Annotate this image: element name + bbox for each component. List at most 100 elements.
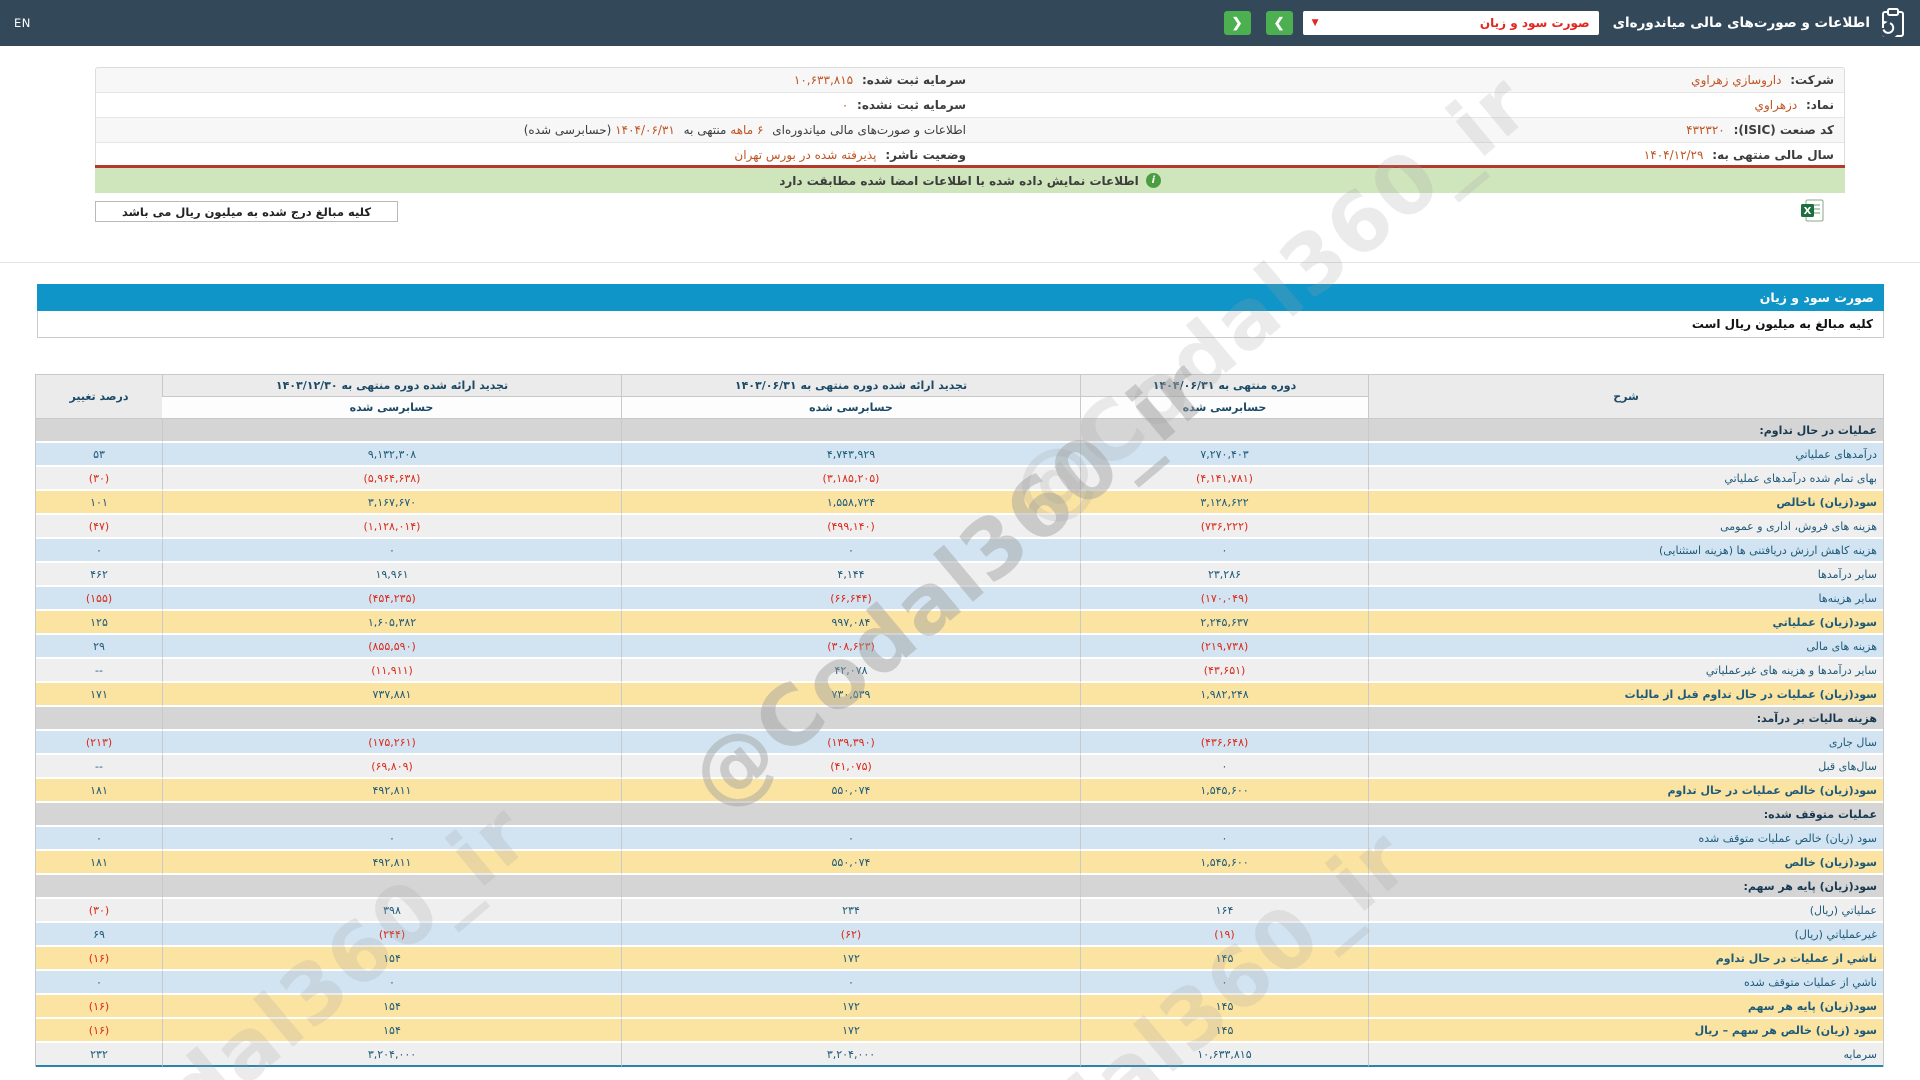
change-percent-value: (۴۷) xyxy=(36,515,162,539)
restated-midyear-value: ۲۳۴ xyxy=(621,899,1080,923)
cell xyxy=(621,419,1080,443)
fiscal-year-value: ۱۴۰۴/۱۲/۲۹ xyxy=(1643,148,1704,162)
change-percent-value: ۱۷۱ xyxy=(36,683,162,707)
row-label: سود(زیان) عملیات در حال تداوم قبل از مال… xyxy=(1368,683,1883,707)
change-percent-value: ۶۹ xyxy=(36,923,162,947)
restated-yearend-value: (۲۴۴) xyxy=(162,923,621,947)
table-row: سرمایه ۱۰,۶۳۳,۸۱۵ ۳,۲۰۴,۰۰۰ ۳,۲۰۴,۰۰۰ ۲۳۲ xyxy=(36,1043,1883,1067)
table-row: سود(زیان) عملیات در حال تداوم قبل از مال… xyxy=(36,683,1883,707)
unregistered-capital-value: ۰ xyxy=(841,98,849,112)
col-header-description: شرح xyxy=(1368,374,1883,419)
table-row: سود (زیان) خالص عملیات متوقف شده ۰ ۰ ۰ ۰ xyxy=(36,827,1883,851)
clipboard-report-icon[interactable] xyxy=(1880,8,1906,38)
row-label: سایر درآمدها xyxy=(1368,563,1883,587)
english-language-link[interactable]: EN xyxy=(14,16,31,30)
cell xyxy=(162,875,621,899)
current-period-value: ۷,۲۷۰,۴۰۳ xyxy=(1080,443,1368,467)
table-row: سود(زیان) خالص ۱,۵۴۵,۶۰۰ ۵۵۰,۰۷۴ ۴۹۲,۸۱۱ ۱۸۱ xyxy=(36,851,1883,875)
signature-match-banner: i اطلاعات نمایش داده شده با اطلاعات امضا… xyxy=(95,168,1845,193)
row-label: ناشي از عملیات در حال تداوم xyxy=(1368,947,1883,971)
row-label: غیرعملیاتي (ریال) xyxy=(1368,923,1883,947)
restated-yearend-value: ۳,۱۶۷,۶۷۰ xyxy=(162,491,621,515)
restated-midyear-value: ۵۵۰,۰۷۴ xyxy=(621,779,1080,803)
restated-midyear-value: ۱۷۲ xyxy=(621,995,1080,1019)
table-row: ناشي از عملیات متوقف شده ۰ ۰ ۰ ۰ xyxy=(36,971,1883,995)
page-title: اطلاعات و صورت‌های مالی میاندوره‌ای xyxy=(1612,15,1870,31)
restated-yearend-value: ۳۹۸ xyxy=(162,899,621,923)
cell xyxy=(1080,707,1368,731)
current-period-value: ۰ xyxy=(1080,755,1368,779)
current-period-value: ۱۴۵ xyxy=(1080,947,1368,971)
fiscal-year-label: سال مالی منتهی به: xyxy=(1712,148,1834,162)
restated-midyear-value: ۰ xyxy=(621,539,1080,563)
cell xyxy=(36,803,162,827)
table-row: سایر هزینه‌ها (۱۷۰,۰۴۹) (۶۶,۶۴۴) (۴۵۴,۲۳۵)(… xyxy=(36,587,1883,611)
current-period-value: ۱۶۴ xyxy=(1080,899,1368,923)
table-row: بهای تمام شده درآمدهای عملیاتي (۴,۱۴۱,۷۸۱… xyxy=(36,467,1883,491)
symbol-label: نماد: xyxy=(1805,98,1834,112)
restated-midyear-value: ۷۳۰,۵۳۹ xyxy=(621,683,1080,707)
restated-midyear-value: (۴۹۹,۱۴۰) xyxy=(621,515,1080,539)
issuer-status-value: پذيرفته شده در بورس تهران xyxy=(734,148,877,162)
table-row: هزینه کاهش ارزش دریافتنی ها (هزینه استثن… xyxy=(36,539,1883,563)
next-report-button[interactable]: ❯ xyxy=(1265,11,1293,35)
restated-yearend-value: (۵,۹۶۴,۶۳۸) xyxy=(162,467,621,491)
current-period-value: ۱۴۵ xyxy=(1080,1019,1368,1043)
unregistered-capital-cell: سرمایه ثبت نشده: ۰ xyxy=(96,98,976,112)
excel-export-icon[interactable]: X xyxy=(1800,199,1824,222)
statement-tbody: عملیات در حال تداوم: درآمدهای عملیاتي ۷,۲۷… xyxy=(36,419,1883,1067)
current-period-value: ۳,۱۲۸,۶۲۲ xyxy=(1080,491,1368,515)
restated-yearend-value: ۴۹۲,۸۱۱ xyxy=(162,779,621,803)
change-percent-value: (۳۰) xyxy=(36,899,162,923)
previous-report-button[interactable]: ❮ xyxy=(1223,11,1251,35)
change-percent-value: (۱۶) xyxy=(36,947,162,971)
restated-midyear-value: ۹۹۷,۰۸۴ xyxy=(621,611,1080,635)
unregistered-capital-label: سرمایه ثبت نشده: xyxy=(857,98,966,112)
row-label: سود(زیان) خالص عملیات در حال تداوم xyxy=(1368,779,1883,803)
restated-midyear-value: (۳۰۸,۶۲۳) xyxy=(621,635,1080,659)
change-percent-value: ۱۸۱ xyxy=(36,779,162,803)
col-header-restated-yearend: تجدید ارائه شده دوره منتهی به ۱۴۰۳/۱۲/۳۰ xyxy=(162,374,621,397)
info-row-isic: کد صنعت (ISIC): ۴۳۲۳۲۰ اطلاعات و صورت‌ها… xyxy=(96,117,1844,142)
statement-title-bar: صورت سود و زیان xyxy=(37,284,1884,311)
period-prefix: اطلاعات و صورت‌های مالی میاندوره‌ای xyxy=(772,123,966,137)
amounts-unit-note-box: کلیه مبالغ درج شده به میلیون ریال می باش… xyxy=(95,201,398,222)
report-type-dropdown[interactable]: صورت سود و زیان ▼ xyxy=(1302,11,1599,35)
symbol-cell: نماد: دزهراوي xyxy=(976,98,1844,112)
info-row-fiscal-year: سال مالی منتهی به: ۱۴۰۴/۱۲/۲۹ وضعیت ناشر… xyxy=(96,142,1844,167)
row-label: ناشي از عملیات متوقف شده xyxy=(1368,971,1883,995)
change-percent-value: ۲۳۲ xyxy=(36,1043,162,1067)
company-cell: شرکت: داروسازي زهراوي xyxy=(976,73,1844,87)
row-label: سود(زیان) خالص xyxy=(1368,851,1883,875)
svg-text:X: X xyxy=(1804,206,1812,217)
restated-yearend-value: (۱,۱۲۸,۰۱۴) xyxy=(162,515,621,539)
issuer-status-label: وضعیت ناشر: xyxy=(885,148,966,162)
current-period-value: (۲۱۹,۷۳۸) xyxy=(1080,635,1368,659)
current-period-value: (۴۳,۶۵۱) xyxy=(1080,659,1368,683)
row-label: هزینه مالیات بر درآمد: xyxy=(1368,707,1883,731)
cell xyxy=(36,707,162,731)
restated-yearend-value: ۱,۶۰۵,۳۸۲ xyxy=(162,611,621,635)
table-row: سایر درآمدها و هزینه های غیرعملیاتي (۴۳,۶… xyxy=(36,659,1883,683)
restated-yearend-value: ۱۹,۹۶۱ xyxy=(162,563,621,587)
row-label: درآمدهای عملیاتي xyxy=(1368,443,1883,467)
current-period-value: ۱۰,۶۳۳,۸۱۵ xyxy=(1080,1043,1368,1067)
restated-yearend-value: (۸۵۵,۵۹۰) xyxy=(162,635,621,659)
row-label: هزینه های فروش، اداری و عمومی xyxy=(1368,515,1883,539)
current-period-value: ۱,۹۸۲,۲۴۸ xyxy=(1080,683,1368,707)
chevron-right-icon: ❯ xyxy=(1273,15,1285,30)
table-row: سال‌های قبل ۰ (۴۱,۰۷۵) (۶۹,۸۰۹) -- xyxy=(36,755,1883,779)
row-label: سایر درآمدها و هزینه های غیرعملیاتي xyxy=(1368,659,1883,683)
row-label: بهای تمام شده درآمدهای عملیاتي xyxy=(1368,467,1883,491)
restated-yearend-value: ۱۵۴ xyxy=(162,947,621,971)
restated-yearend-value: (۴۵۴,۲۳۵) xyxy=(162,587,621,611)
row-label: سود(زیان) عملیاتي xyxy=(1368,611,1883,635)
info-row-company: شرکت: داروسازي زهراوي سرمایه ثبت شده: ۱۰… xyxy=(96,68,1844,92)
restated-yearend-value: ۹,۱۳۲,۳۰۸ xyxy=(162,443,621,467)
cell xyxy=(621,803,1080,827)
income-statement-table: شرح دوره منتهی به ۱۴۰۴/۰۶/۳۱ تجدید ارائه… xyxy=(35,374,1884,1067)
current-period-value: (۴۳۶,۶۴۸) xyxy=(1080,731,1368,755)
restated-yearend-value: ۷۳۷,۸۸۱ xyxy=(162,683,621,707)
symbol-value: دزهراوي xyxy=(1754,98,1798,112)
table-row: هزینه های فروش، اداری و عمومی (۷۳۶,۲۲۲) (۴… xyxy=(36,515,1883,539)
